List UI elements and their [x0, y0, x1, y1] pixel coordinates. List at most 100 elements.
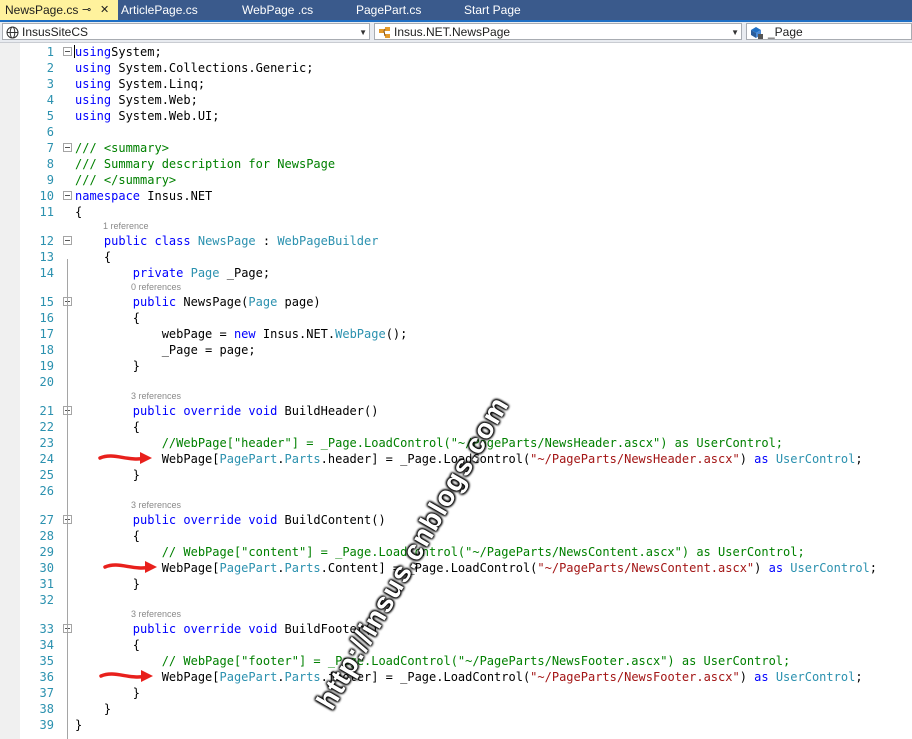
code-line[interactable]: 39}	[0, 717, 912, 733]
code-line[interactable]: 33 public override void BuildFooter()	[0, 621, 912, 637]
code-text: }	[75, 576, 140, 592]
close-icon[interactable]: ✕	[100, 0, 109, 20]
tab-articlepage[interactable]: ArticlePage.cs	[121, 0, 198, 20]
code-lens-references[interactable]: 3 references	[131, 499, 181, 512]
tab-start-page[interactable]: Start Page	[464, 0, 521, 20]
code-token: UserControl	[775, 452, 856, 466]
code-line[interactable]: 10 namespace Insus.NET	[0, 188, 912, 204]
code-token: System.Linq;	[111, 77, 206, 91]
collapse-icon[interactable]	[63, 143, 72, 152]
line-number: 32	[39, 593, 54, 607]
code-text: public override void BuildContent()	[75, 512, 386, 528]
code-text: public override void BuildFooter()	[75, 621, 379, 637]
code-token: .Content] = _Page.LoadControl(	[320, 561, 538, 575]
code-token: /// Summary description for NewsPage	[75, 157, 336, 171]
code-token: }	[75, 718, 83, 732]
code-text: }	[75, 717, 82, 733]
code-token: webPage =	[75, 327, 234, 341]
code-line[interactable]: 31 }	[0, 576, 912, 592]
line-number: 7	[46, 141, 54, 155]
code-token: page)	[277, 295, 321, 309]
code-text: {	[75, 419, 140, 435]
tab-webpage[interactable]: WebPage .cs	[242, 0, 313, 20]
type-dropdown[interactable]: Insus.NET.NewsPage ▼	[374, 23, 742, 40]
code-line[interactable]: 7 /// <summary>	[0, 140, 912, 156]
code-token: System.Web;	[111, 93, 198, 107]
code-token: Page	[190, 266, 220, 280]
code-text: //WebPage["header"] = _Page.LoadControl(…	[75, 435, 783, 451]
code-line[interactable]: 15 public NewsPage(Page page)	[0, 294, 912, 310]
code-line[interactable]: 28 {	[0, 528, 912, 544]
code-text: using System.Web;	[75, 92, 198, 108]
pin-icon[interactable]: ⊸	[82, 0, 91, 20]
code-line[interactable]: 19 }	[0, 358, 912, 374]
project-dropdown[interactable]: InsusSiteCS ▼	[2, 23, 370, 40]
tab-label: Start Page	[464, 3, 521, 17]
line-number: 35	[39, 654, 54, 668]
code-text: public NewsPage(Page page)	[75, 294, 321, 310]
line-number: 18	[39, 343, 54, 357]
code-token: WebPageBuilder	[277, 234, 379, 248]
code-line[interactable]: 26	[0, 483, 912, 499]
code-line[interactable]: 37 }	[0, 685, 912, 701]
code-token: ;	[855, 670, 863, 684]
code-token: ();	[385, 327, 408, 341]
code-text: _Page = page;	[75, 342, 256, 358]
code-editor[interactable]: 1 usingSystem; 2 using System.Collections.G…	[0, 43, 912, 739]
code-line[interactable]: 27 public override void BuildContent()	[0, 512, 912, 528]
collapse-icon[interactable]	[63, 191, 72, 200]
code-line[interactable]: 9 /// </summary>	[0, 172, 912, 188]
code-token: as	[754, 452, 769, 466]
line-number: 21	[39, 404, 54, 418]
code-line[interactable]: 13 {	[0, 249, 912, 265]
code-text: using System.Collections.Generic;	[75, 60, 313, 76]
code-line[interactable]: 34 {	[0, 637, 912, 653]
code-lens-references[interactable]: 0 references	[131, 281, 181, 294]
code-line[interactable]: 1 usingSystem;	[0, 44, 912, 60]
code-line[interactable]: 2 using System.Collections.Generic;	[0, 60, 912, 76]
code-line[interactable]: 14 private Page _Page;	[0, 265, 912, 281]
code-lens-references[interactable]: 1 reference	[103, 220, 149, 233]
code-line[interactable]: 11 {	[0, 204, 912, 220]
code-line[interactable]: 4 using System.Web;	[0, 92, 912, 108]
tab-newspage[interactable]: NewsPage.cs ⊸ ✕	[0, 0, 118, 20]
navigation-bar: InsusSiteCS ▼ Insus.NET.NewsPage ▼ _Page	[0, 22, 912, 43]
code-line[interactable]: 3 using System.Linq;	[0, 76, 912, 92]
code-line[interactable]: 25 }	[0, 467, 912, 483]
code-line[interactable]: 5 using System.Web.UI;	[0, 108, 912, 124]
line-number: 29	[39, 545, 54, 559]
code-line[interactable]: 21 public override void BuildHeader()	[0, 403, 912, 419]
line-number: 15	[39, 295, 54, 309]
tab-pagepart[interactable]: PagePart.cs	[356, 0, 421, 20]
code-line[interactable]: 18 _Page = page;	[0, 342, 912, 358]
line-number: 14	[39, 266, 54, 280]
line-number: 23	[39, 436, 54, 450]
code-text: namespace Insus.NET	[75, 188, 212, 204]
code-lens-references[interactable]: 3 references	[131, 390, 181, 403]
code-line[interactable]: 17 webPage = new Insus.NET.WebPage();	[0, 326, 912, 342]
code-line[interactable]: 16 {	[0, 310, 912, 326]
member-dropdown[interactable]: _Page	[746, 23, 912, 40]
line-number: 11	[39, 205, 54, 219]
code-line[interactable]: 22 {	[0, 419, 912, 435]
code-line[interactable]: 6	[0, 124, 912, 140]
code-line[interactable]: 38 }	[0, 701, 912, 717]
code-token: {	[75, 529, 141, 543]
code-line[interactable]: 8 /// Summary description for NewsPage	[0, 156, 912, 172]
code-text: {	[75, 310, 140, 326]
collapse-icon[interactable]	[63, 47, 72, 56]
code-lens-references[interactable]: 3 references	[131, 608, 181, 621]
code-line[interactable]: 20	[0, 374, 912, 390]
tab-label: NewsPage.cs	[5, 3, 79, 17]
code-token: System.Collections.Generic;	[111, 61, 314, 75]
code-line[interactable]: 32	[0, 592, 912, 608]
code-line[interactable]: 12 public class NewsPage : WebPageBuilde…	[0, 233, 912, 249]
collapse-icon[interactable]	[63, 236, 72, 245]
